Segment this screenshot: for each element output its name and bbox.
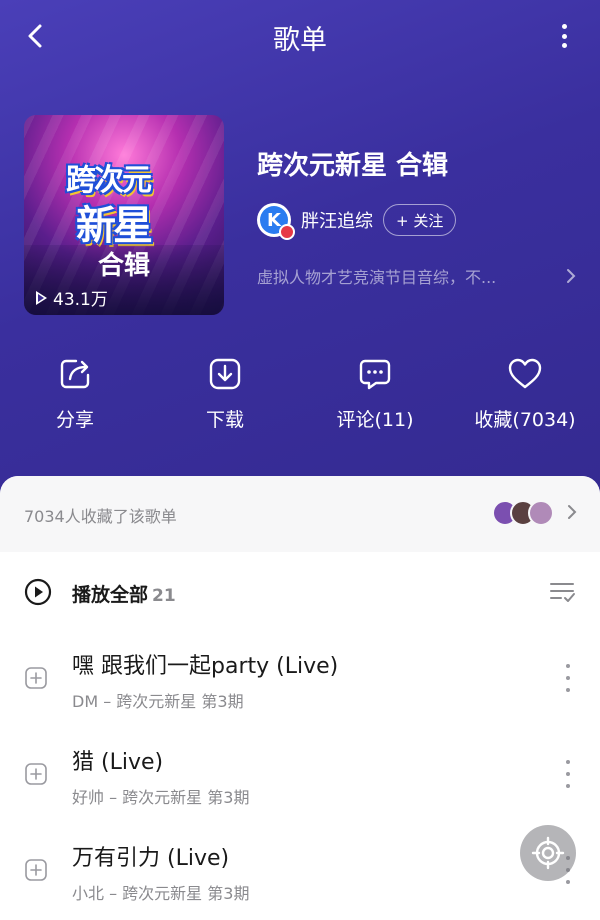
comment-icon (359, 359, 391, 390)
top-bar: 歌单 (0, 0, 600, 72)
song-count: 21 (152, 586, 176, 606)
download-button[interactable]: 下载 (150, 355, 300, 432)
description-text: 虚拟人物才艺竞演节目音综，不... (257, 268, 497, 287)
cover-badge: 合辑 (97, 251, 150, 281)
song-row[interactable]: 嘿 跟我们一起party (Live) DM – 跨次元新星 第3期 (0, 636, 600, 732)
song-more-button[interactable] (564, 664, 572, 692)
collectors-text: 7034人收藏了该歌单 (24, 507, 177, 526)
play-all-label: 播放全部 21 (72, 580, 176, 607)
song-subtitle: DM – 跨次元新星 第3期 (72, 692, 244, 711)
add-to-queue-icon[interactable] (24, 762, 48, 786)
cover-logo: 跨次元 新星 (62, 155, 186, 255)
chevron-right-icon (567, 269, 576, 283)
more-options-button[interactable] (552, 20, 576, 52)
play-count: 43.1万 (36, 285, 108, 310)
target-icon (531, 836, 565, 870)
add-to-queue-icon[interactable] (24, 858, 48, 882)
playlist-cover[interactable]: 跨次元 新星 合辑 43.1万 (24, 115, 224, 315)
creator-avatar[interactable]: K (257, 203, 295, 240)
add-to-queue-icon[interactable] (24, 666, 48, 690)
share-icon (60, 359, 90, 389)
play-icon (36, 290, 47, 305)
song-subtitle: 小北 – 跨次元新星 第3期 (72, 884, 250, 903)
follow-button[interactable]: + 关注 (383, 204, 457, 236)
share-label: 分享 (55, 409, 94, 431)
creator-name[interactable]: 胖汪追综 (301, 207, 373, 233)
collectors-row[interactable]: 7034人收藏了该歌单 (0, 476, 600, 552)
play-count-text: 43.1万 (53, 290, 108, 310)
song-title: 猎 (Live) (72, 750, 164, 775)
song-list-sheet: 7034人收藏了该歌单 播放全部 21 嘿 跟我们一起party (Live) D… (0, 476, 600, 920)
song-subtitle: 好帅 – 跨次元新星 第3期 (72, 788, 250, 807)
favorite-button[interactable]: 收藏(7034) (450, 355, 600, 432)
favorite-label: 收藏(7034) (474, 409, 576, 431)
playlist-description[interactable]: 虚拟人物才艺竞演节目音综，不... (257, 264, 577, 288)
song-more-button[interactable] (564, 760, 572, 788)
floating-player-button[interactable] (520, 825, 576, 881)
verified-badge-icon (279, 224, 295, 240)
creator-row: K 胖汪追综 + 关注 (257, 202, 457, 240)
heart-icon (508, 358, 542, 389)
song-title: 万有引力 (Live) (72, 846, 230, 871)
download-icon (209, 358, 241, 390)
collector-avatar (528, 500, 554, 526)
cover-logo-line2: 新星 (76, 203, 153, 249)
play-circle-icon (24, 578, 52, 606)
playlist-title: 跨次元新星 合辑 (257, 151, 449, 181)
page-title: 歌单 (273, 25, 327, 56)
play-all-row[interactable]: 播放全部 21 (0, 568, 600, 618)
comment-label: 评论(11) (336, 409, 414, 431)
share-button[interactable]: 分享 (0, 355, 150, 432)
action-bar: 分享 下载 评论(11) 收藏(7034) (0, 355, 600, 445)
download-label: 下载 (205, 409, 244, 431)
chevron-right-icon (568, 505, 577, 519)
song-row[interactable]: 猎 (Live) 好帅 – 跨次元新星 第3期 (0, 732, 600, 828)
song-title: 嘿 跟我们一起party (Live) (72, 654, 339, 679)
collector-avatars (492, 500, 554, 526)
multi-select-icon[interactable] (548, 578, 576, 606)
play-all-text: 播放全部 (72, 584, 149, 606)
song-row[interactable]: 万有引力 (Live) 小北 – 跨次元新星 第3期 (0, 828, 600, 920)
comment-button[interactable]: 评论(11) (300, 355, 450, 432)
